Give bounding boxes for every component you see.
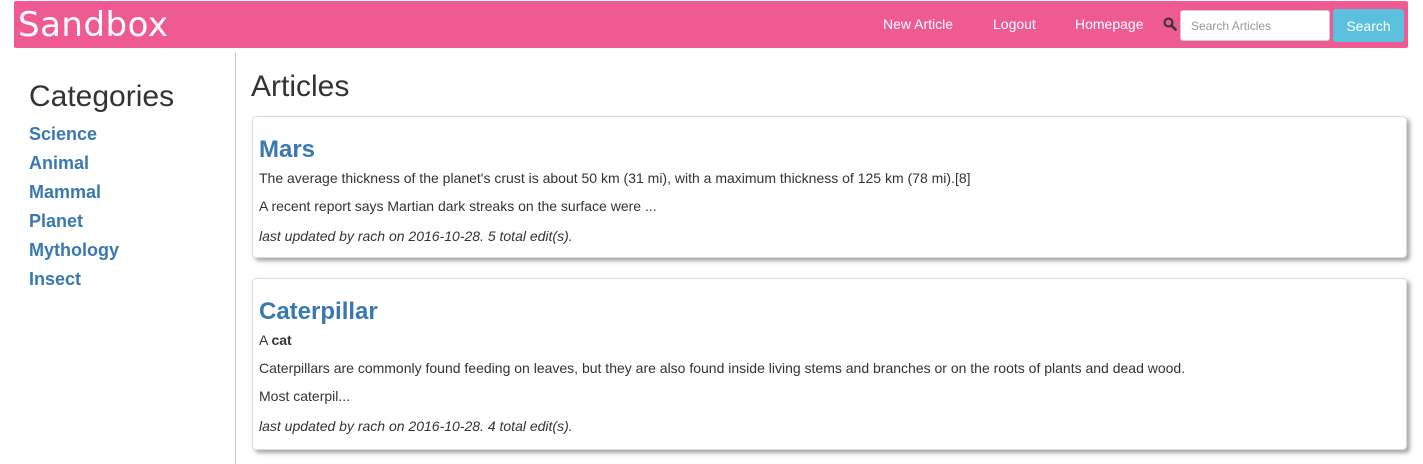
sidebar-divider: [235, 52, 236, 464]
article-card: Mars The average thickness of the planet…: [252, 116, 1407, 258]
new-article-link[interactable]: New Article: [883, 16, 953, 32]
article-intro: A cat: [259, 330, 1400, 350]
article-excerpt: A recent report says Martian dark streak…: [259, 198, 657, 214]
article-excerpt: The average thickness of the planet's cr…: [259, 170, 971, 186]
article-meta: last updated by rach on 2016-10-28. 5 to…: [259, 228, 573, 244]
logout-link[interactable]: Logout: [993, 16, 1036, 32]
homepage-link[interactable]: Homepage: [1075, 16, 1144, 32]
search-button[interactable]: Search: [1333, 9, 1404, 42]
articles-heading: Articles: [251, 70, 350, 103]
categories-heading: Categories: [29, 80, 175, 113]
search-icon: [1163, 17, 1179, 33]
categories-sidebar: Categories Science Animal Mammal Planet …: [29, 80, 229, 294]
category-planet[interactable]: Planet: [29, 207, 229, 236]
search-input[interactable]: [1180, 10, 1330, 41]
article-intro-bold: cat: [271, 332, 292, 348]
category-science[interactable]: Science: [29, 120, 229, 149]
category-animal[interactable]: Animal: [29, 149, 229, 178]
category-mythology[interactable]: Mythology: [29, 236, 229, 265]
article-meta: last updated by rach on 2016-10-28. 4 to…: [259, 418, 573, 434]
article-title-link[interactable]: Mars: [259, 135, 1400, 165]
article-excerpt: Most caterpil...: [259, 388, 351, 404]
category-insect[interactable]: Insect: [29, 265, 229, 294]
top-navbar: Sandbox New Article Logout Homepage Sear…: [14, 1, 1408, 48]
brand-logo[interactable]: Sandbox: [18, 5, 169, 45]
category-mammal[interactable]: Mammal: [29, 178, 229, 207]
article-card: Caterpillar A cat Caterpillars are commo…: [252, 278, 1407, 450]
article-intro-prefix: A: [259, 332, 272, 348]
article-excerpt: Caterpillars are commonly found feeding …: [259, 360, 1186, 376]
article-title-link[interactable]: Caterpillar: [259, 297, 1400, 327]
